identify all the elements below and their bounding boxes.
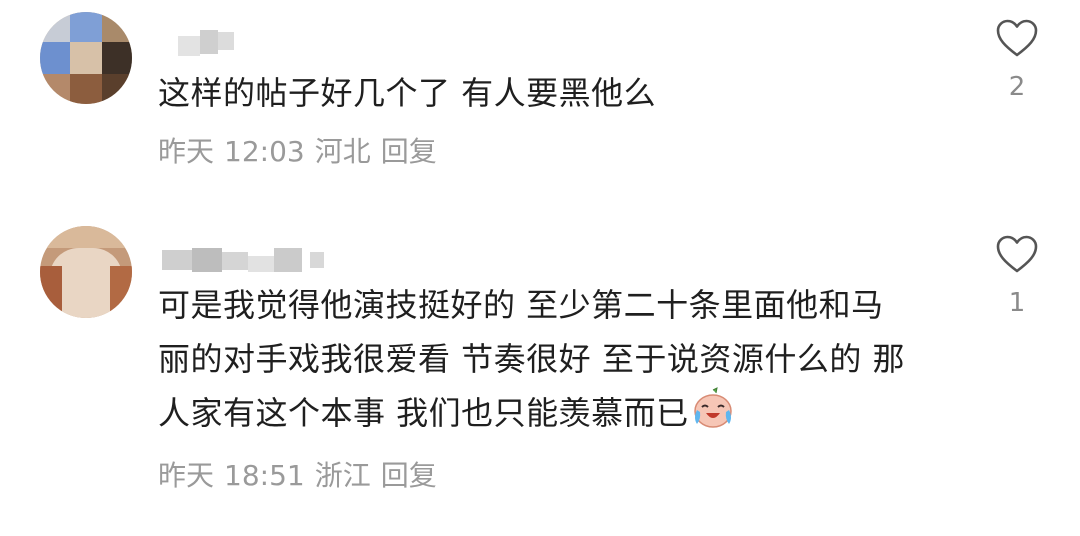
like-button[interactable]: 2 bbox=[994, 18, 1040, 102]
comment-text: 这样的帖子好几个了 有人要黑他么 bbox=[158, 74, 657, 112]
comment-text-line: 人家有这个本事 我们也只能羡慕而已 bbox=[158, 386, 958, 446]
heart-outline-icon[interactable] bbox=[995, 18, 1039, 58]
comment-text-line-content: 人家有这个本事 我们也只能羡慕而已 bbox=[158, 394, 689, 432]
comment-time: 18:51 bbox=[224, 459, 305, 492]
comment-date: 昨天 bbox=[158, 459, 215, 492]
like-count: 1 bbox=[1008, 288, 1026, 318]
like-count: 2 bbox=[1008, 72, 1026, 102]
comment-date: 昨天 bbox=[158, 135, 215, 168]
comment-time: 12:03 bbox=[224, 135, 305, 168]
username[interactable] bbox=[160, 30, 240, 58]
avatar[interactable] bbox=[40, 226, 132, 318]
comment-item: 这样的帖子好几个了 有人要黑他么 昨天 12:03 河北 回复 2 bbox=[0, 0, 1080, 200]
reply-button[interactable]: 回复 bbox=[381, 459, 437, 492]
comment-location: 浙江 bbox=[314, 459, 371, 492]
reply-button[interactable]: 回复 bbox=[381, 135, 437, 168]
heart-outline-icon[interactable] bbox=[995, 234, 1039, 274]
crying-laughing-emoji-icon bbox=[691, 386, 735, 446]
comment-meta: 昨天 18:51 浙江 回复 bbox=[158, 454, 447, 494]
comment-location: 河北 bbox=[314, 135, 371, 168]
comment-text: 可是我觉得他演技挺好的 至少第二十条里面他和马 丽的对手戏我很爱看 节奏很好 至… bbox=[158, 278, 958, 446]
username[interactable] bbox=[160, 246, 330, 274]
avatar[interactable] bbox=[40, 12, 132, 104]
comment-item: 可是我觉得他演技挺好的 至少第二十条里面他和马 丽的对手戏我很爱看 节奏很好 至… bbox=[0, 222, 1080, 532]
comment-meta: 昨天 12:03 河北 回复 bbox=[158, 130, 447, 170]
like-button[interactable]: 1 bbox=[994, 234, 1040, 318]
comment-text-line: 丽的对手戏我很爱看 节奏很好 至于说资源什么的 那 bbox=[158, 340, 906, 378]
comment-text-line: 可是我觉得他演技挺好的 至少第二十条里面他和马 bbox=[158, 286, 884, 324]
